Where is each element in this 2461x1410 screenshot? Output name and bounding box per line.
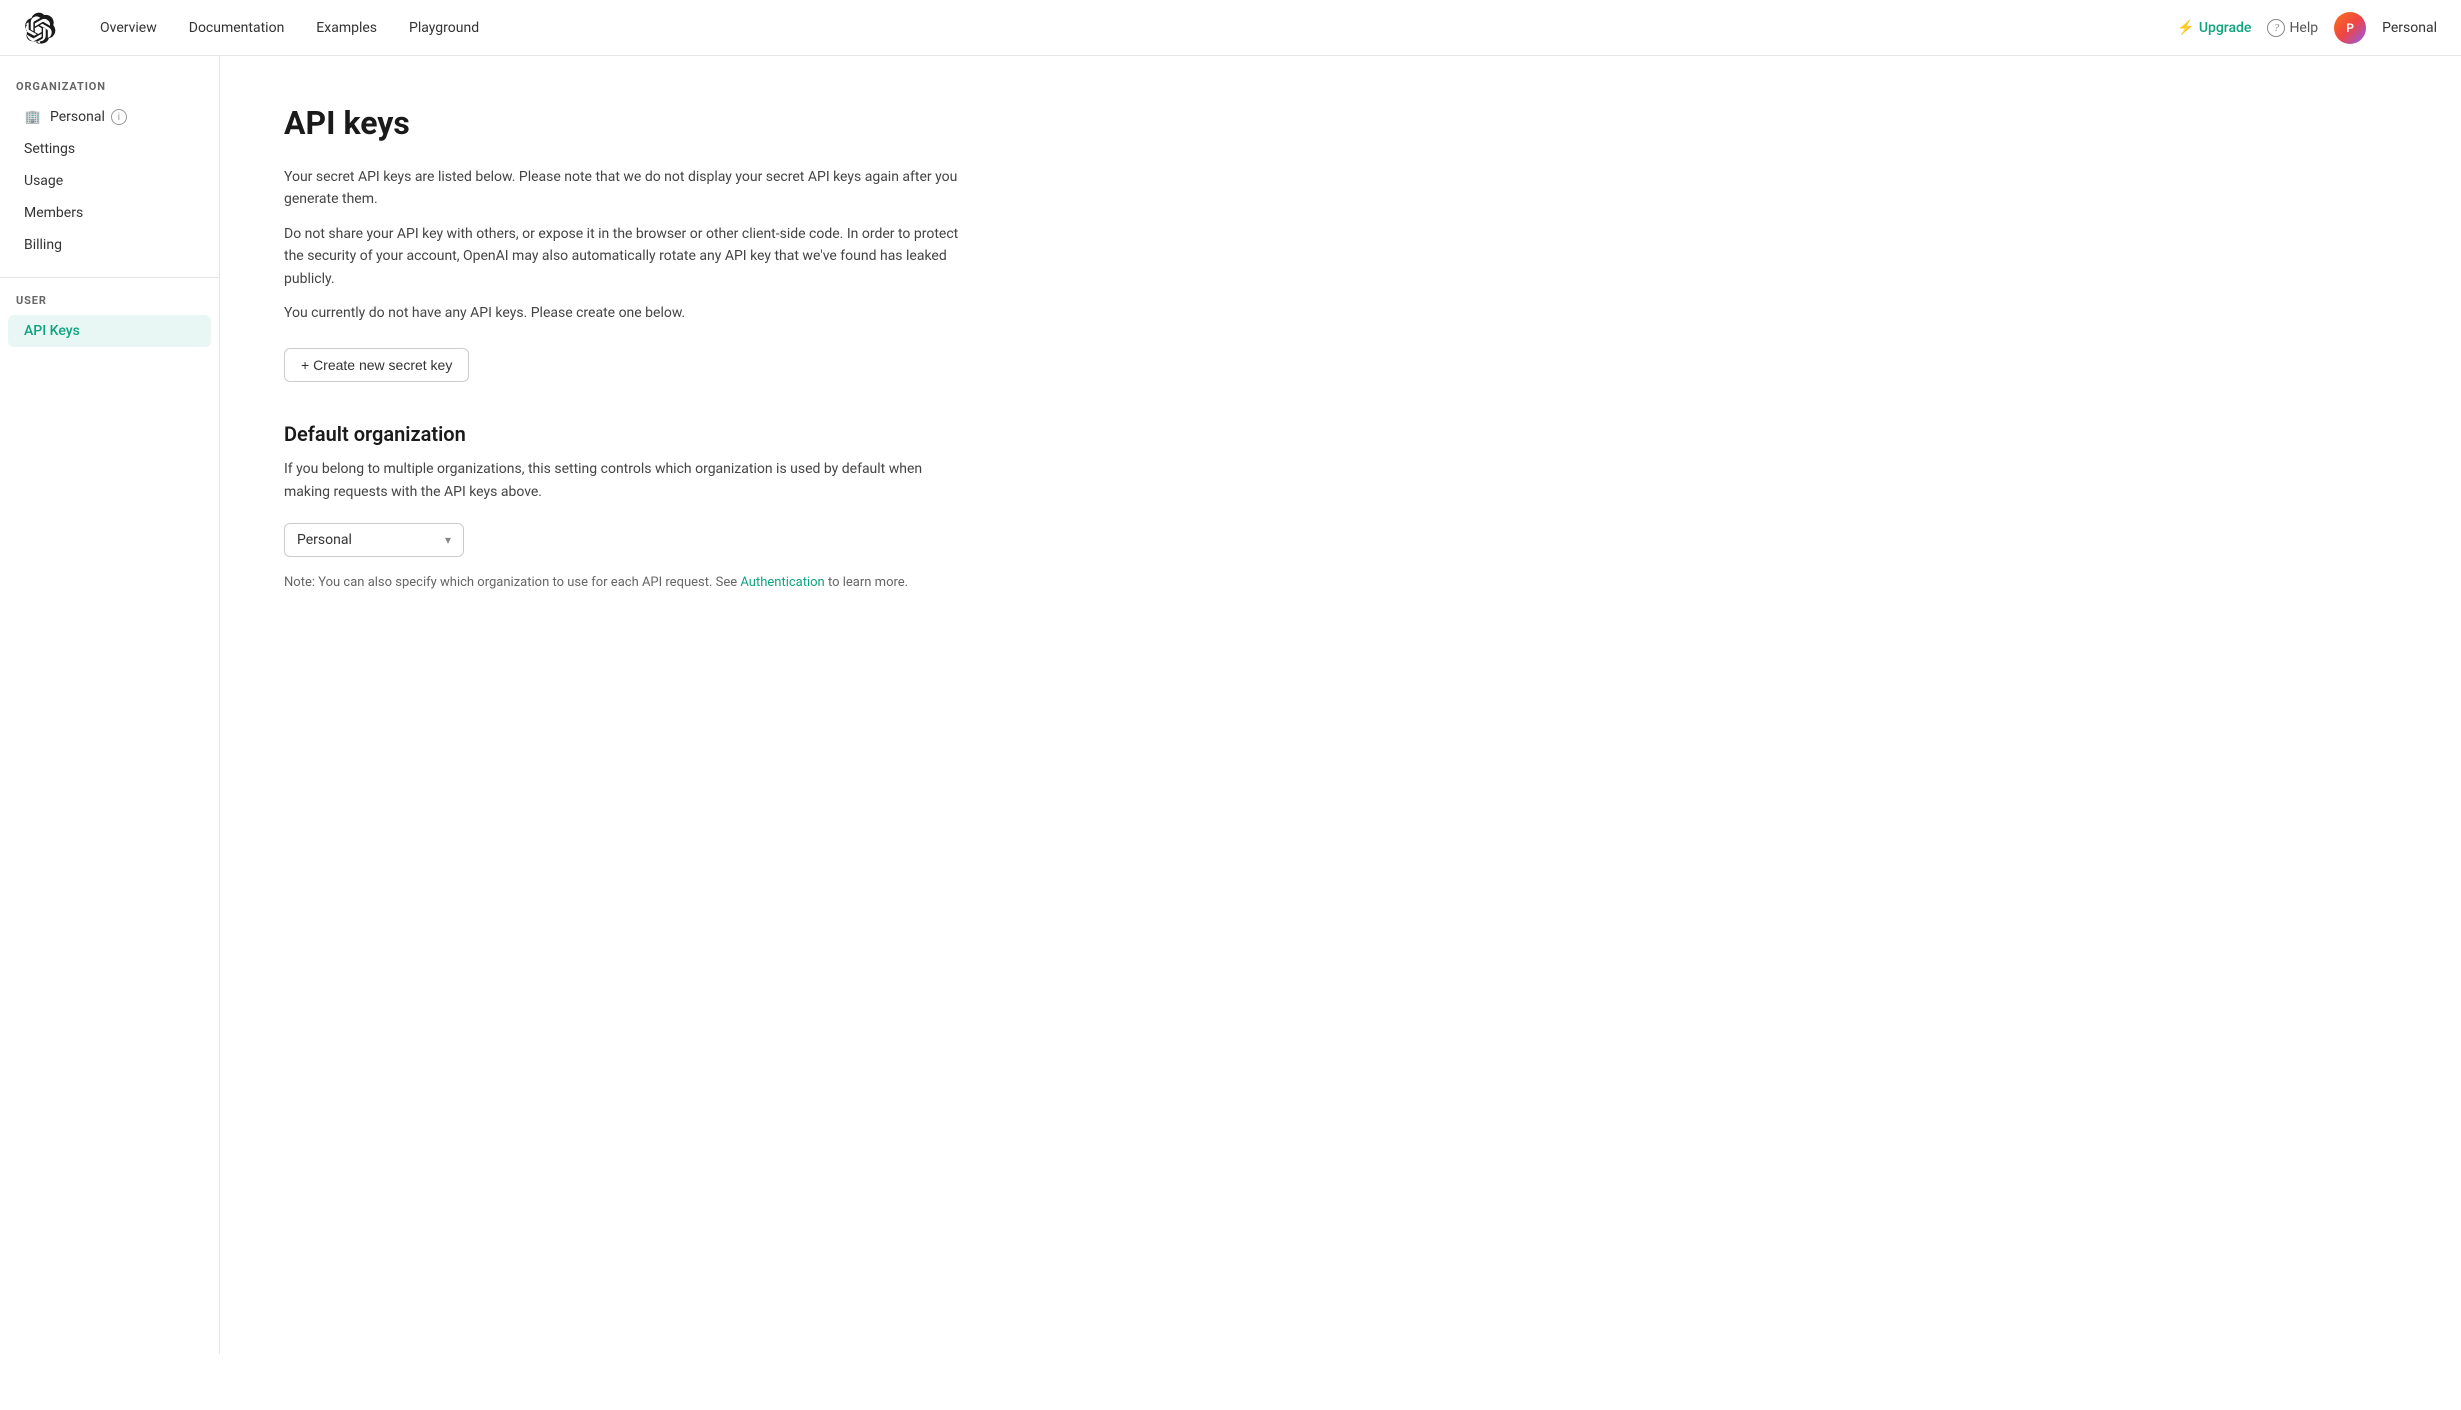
avatar[interactable]: P <box>2334 12 2366 44</box>
authentication-link[interactable]: Authentication <box>740 575 824 590</box>
settings-label: Settings <box>24 141 75 157</box>
no-keys-text: You currently do not have any API keys. … <box>284 302 964 324</box>
nav-overview[interactable]: Overview <box>88 14 169 42</box>
org-select-dropdown[interactable]: Personal ▾ <box>284 523 464 557</box>
default-org-title: Default organization <box>284 422 1056 446</box>
api-keys-label: API Keys <box>24 323 80 339</box>
nav-documentation[interactable]: Documentation <box>177 14 297 42</box>
sidebar-personal-label: Personal <box>50 109 105 125</box>
main-content: API keys Your secret API keys are listed… <box>220 56 1120 1354</box>
note-text: Note: You can also specify which organiz… <box>284 573 964 593</box>
user-section-label: USER <box>0 294 219 315</box>
sidebar-item-personal[interactable]: 🏢 Personal i <box>8 101 211 133</box>
sidebar: ORGANIZATION 🏢 Personal i Settings Usage… <box>0 56 220 1354</box>
building-icon: 🏢 <box>24 110 42 125</box>
api-keys-warning: Do not share your API key with others, o… <box>284 223 964 290</box>
org-select-value: Personal <box>297 532 352 548</box>
note-suffix: to learn more. <box>825 575 908 590</box>
page-title: API keys <box>284 104 1056 142</box>
info-icon[interactable]: i <box>111 109 127 125</box>
upgrade-button[interactable]: ⚡ Upgrade <box>2177 20 2251 36</box>
sidebar-divider <box>0 277 219 278</box>
sidebar-item-api-keys[interactable]: API Keys <box>8 315 211 347</box>
org-section-label: ORGANIZATION <box>0 80 219 101</box>
lightning-icon: ⚡ <box>2177 20 2194 36</box>
help-button[interactable]: ? Help <box>2267 19 2318 37</box>
openai-logo[interactable] <box>24 12 56 44</box>
chevron-down-icon: ▾ <box>445 533 451 547</box>
top-navigation: Overview Documentation Examples Playgrou… <box>0 0 2461 56</box>
page-layout: ORGANIZATION 🏢 Personal i Settings Usage… <box>0 56 2461 1354</box>
personal-nav-label[interactable]: Personal <box>2382 20 2437 36</box>
usage-label: Usage <box>24 173 63 189</box>
sidebar-item-settings[interactable]: Settings <box>8 133 211 165</box>
sidebar-item-usage[interactable]: Usage <box>8 165 211 197</box>
billing-label: Billing <box>24 237 62 253</box>
avatar-label: P <box>2346 21 2354 35</box>
nav-links: Overview Documentation Examples Playgrou… <box>88 14 2145 42</box>
sidebar-item-billing[interactable]: Billing <box>8 229 211 261</box>
help-icon: ? <box>2267 19 2285 37</box>
note-prefix: Note: You can also specify which organiz… <box>284 575 740 590</box>
create-secret-key-button[interactable]: + Create new secret key <box>284 348 469 382</box>
api-keys-description-1: Your secret API keys are listed below. P… <box>284 166 964 211</box>
nav-examples[interactable]: Examples <box>304 14 389 42</box>
nav-right: ⚡ Upgrade ? Help P Personal <box>2177 12 2437 44</box>
sidebar-item-members[interactable]: Members <box>8 197 211 229</box>
nav-playground[interactable]: Playground <box>397 14 491 42</box>
members-label: Members <box>24 205 83 221</box>
default-org-description: If you belong to multiple organizations,… <box>284 458 964 503</box>
